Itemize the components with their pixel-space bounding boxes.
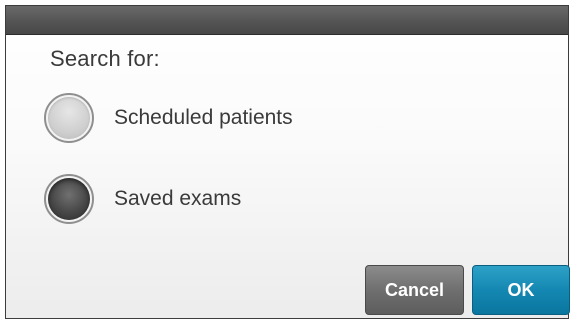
cancel-button[interactable]: Cancel (365, 265, 464, 315)
scheduled-patients-radio[interactable] (44, 93, 94, 143)
saved-exams-radio[interactable] (44, 174, 94, 224)
radio-selected-indicator (48, 178, 90, 220)
dialog-heading: Search for: (50, 46, 160, 71)
radio-unselected-indicator (48, 97, 90, 139)
ok-button[interactable]: OK (472, 265, 570, 315)
scheduled-patients-option[interactable]: Scheduled patients (44, 93, 293, 143)
search-dialog: Search for: Scheduled patients Saved exa… (5, 5, 570, 319)
dialog-title-bar (6, 6, 568, 35)
scheduled-patients-label: Scheduled patients (114, 106, 293, 129)
saved-exams-option[interactable]: Saved exams (44, 174, 241, 224)
saved-exams-label: Saved exams (114, 187, 242, 210)
